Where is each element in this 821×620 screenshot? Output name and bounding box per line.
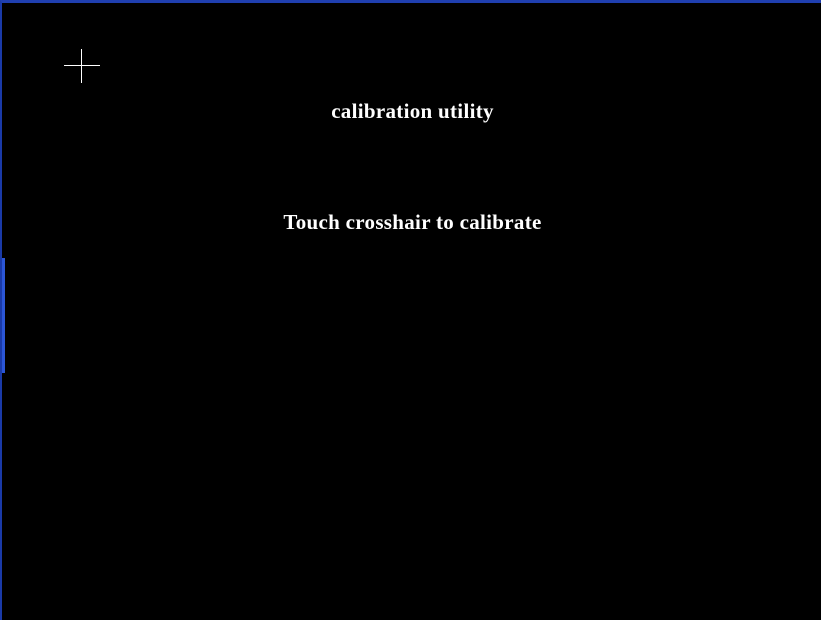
left-edge-highlight — [2, 258, 5, 373]
crosshair-icon[interactable] — [64, 49, 100, 83]
calibration-window: calibration utility Touch crosshair to c… — [0, 0, 821, 620]
page-title: calibration utility — [331, 99, 494, 123]
calibration-instruction: Touch crosshair to calibrate — [283, 210, 542, 234]
